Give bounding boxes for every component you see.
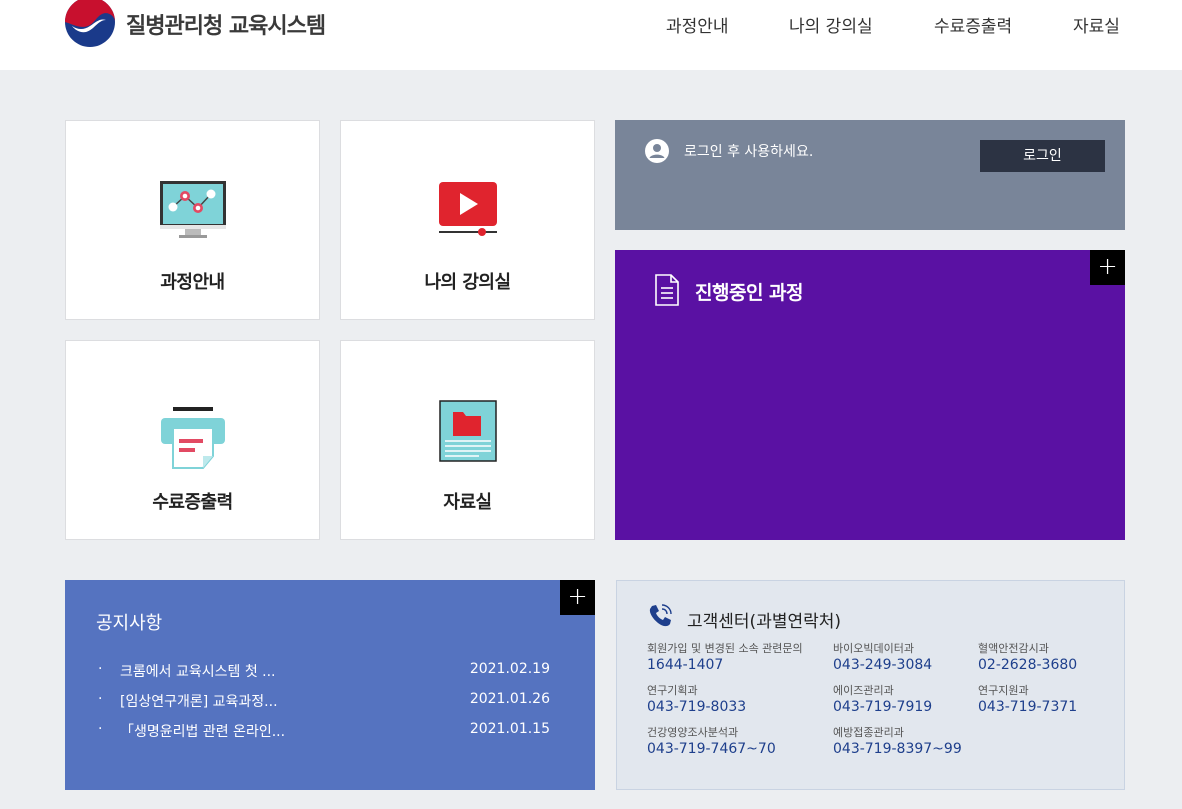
notice-title: 공지사항 (96, 613, 163, 634)
monitor-chart-icon (159, 181, 226, 238)
contact-phone[interactable]: 02-2628-3680 (978, 657, 1077, 673)
phone-icon (649, 604, 672, 627)
header: 질병관리청 교육시스템 과정안내 나의 강의실 수료증출력 자료실 (0, 0, 1182, 70)
notice-item-title[interactable]: 크롬에서 교육시스템 첫 ... (120, 661, 276, 681)
notice-item-title[interactable]: 「생명윤리법 관련 온라인... (120, 721, 285, 741)
contact-phone[interactable]: 043-719-7467~70 (647, 741, 776, 757)
tile-label: 나의 강의실 (424, 272, 511, 293)
notice-item-date: 2021.02.19 (469, 661, 550, 677)
login-button[interactable]: 로그인 (980, 140, 1105, 172)
nav-certificate-print[interactable]: 수료증출력 (934, 12, 1012, 37)
document-icon (655, 274, 679, 306)
user-icon (645, 139, 669, 163)
contact-phone[interactable]: 043-719-7371 (978, 699, 1077, 715)
notice-panel: 공지사항 + · 크롬에서 교육시스템 첫 ... 2021.02.19 · [… (65, 580, 595, 790)
tile-label: 수료증출력 (152, 492, 233, 513)
site-title[interactable]: 질병관리청 교육시스템 (126, 8, 326, 40)
in-progress-title: 진행중인 과정 (695, 282, 804, 304)
tile-label: 자료실 (443, 492, 492, 513)
contact-phone[interactable]: 043-249-3084 (833, 657, 932, 673)
contact-phone[interactable]: 043-719-8033 (647, 699, 746, 715)
notice-item-title[interactable]: [임상연구개론] 교육과정... (120, 691, 278, 711)
notice-more-button[interactable]: + (560, 580, 595, 615)
contact-label: 혈액안전감시과 (978, 642, 1049, 655)
notice-item-date: 2021.01.26 (469, 691, 550, 707)
nav-resources[interactable]: 자료실 (1073, 12, 1120, 37)
contact-label: 연구기획과 (647, 684, 698, 697)
printer-icon (160, 407, 225, 469)
notice-item[interactable]: · 크롬에서 교육시스템 첫 ... 2021.02.19 (98, 661, 550, 683)
bullet: · (98, 721, 103, 737)
contact-label: 예방접종관리과 (833, 726, 904, 739)
in-progress-more-button[interactable]: + (1090, 250, 1125, 285)
contact-phone[interactable]: 043-719-7919 (833, 699, 932, 715)
tile-course-info[interactable]: 과정안내 (65, 120, 320, 320)
login-message: 로그인 후 사용하세요. (684, 144, 814, 160)
contact-phone[interactable]: 043-719-8397~99 (833, 741, 962, 757)
contact-label: 회원가입 및 변경된 소속 관련문의 (647, 642, 803, 655)
contact-label: 연구지원과 (978, 684, 1029, 697)
customer-center-panel: 고객센터(과별연락처) 회원가입 및 변경된 소속 관련문의 1644-1407… (616, 580, 1125, 790)
contact-phone[interactable]: 1644-1407 (647, 657, 723, 673)
notice-item[interactable]: · 「생명윤리법 관련 온라인... 2021.01.15 (98, 721, 550, 743)
tile-certificate-print[interactable]: 수료증출력 (65, 340, 320, 540)
tile-my-classroom[interactable]: 나의 강의실 (340, 120, 595, 320)
contact-label: 건강영양조사분석과 (647, 726, 739, 739)
customer-center-title: 고객센터(과별연락처) (687, 612, 842, 632)
notice-item-date: 2021.01.15 (469, 721, 550, 737)
login-panel: 로그인 후 사용하세요. 로그인 (615, 120, 1125, 230)
folder-document-icon (438, 400, 497, 462)
video-play-icon (438, 182, 497, 236)
notice-item[interactable]: · [임상연구개론] 교육과정... 2021.01.26 (98, 691, 550, 713)
nav-course-info[interactable]: 과정안내 (666, 12, 729, 37)
in-progress-courses-panel: 진행중인 과정 + (615, 250, 1125, 540)
contact-label: 바이오빅데이터과 (833, 642, 914, 655)
tile-resources[interactable]: 자료실 (340, 340, 595, 540)
tile-label: 과정안내 (160, 272, 225, 293)
contact-label: 에이즈관리과 (833, 684, 894, 697)
bullet: · (98, 661, 103, 677)
bullet: · (98, 691, 103, 707)
government-emblem-logo[interactable] (64, 0, 116, 48)
nav-my-classroom[interactable]: 나의 강의실 (789, 12, 873, 37)
